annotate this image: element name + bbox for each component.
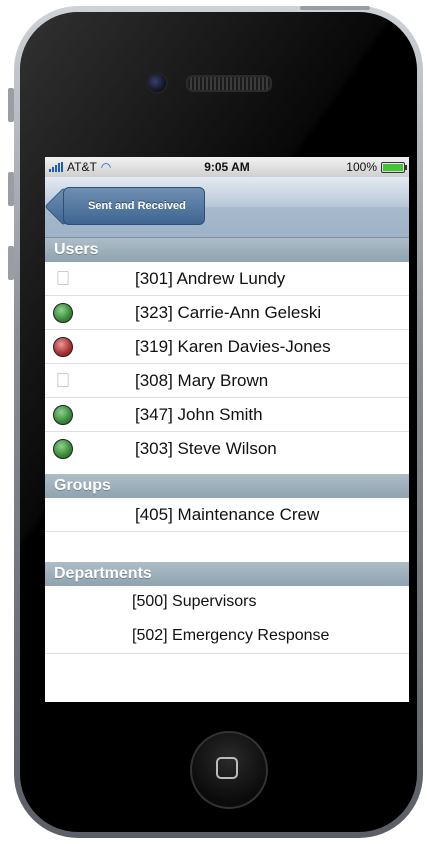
front-camera-icon [146, 72, 168, 94]
home-button[interactable] [190, 731, 268, 809]
departments-list: [500] Supervisors [502] Emergency Respon… [45, 586, 409, 654]
list-item[interactable]:  [308] Mary Brown [45, 364, 409, 398]
back-button[interactable]: Sent and Received [63, 187, 205, 225]
mute-switch [8, 88, 14, 122]
list-item[interactable]: [319] Karen Davies-Jones [45, 330, 409, 364]
apple-icon:  [53, 269, 73, 289]
users-list:  [301] Andrew Lundy [323] Carrie-Ann Ge… [45, 262, 409, 474]
volume-down-button [8, 246, 14, 280]
section-header-groups: Groups [45, 474, 409, 498]
status-online-icon [53, 405, 73, 425]
list-item[interactable]:  [301] Andrew Lundy [45, 262, 409, 296]
list-item[interactable]: [502] Emergency Response [45, 620, 409, 654]
list-item[interactable]: [405] Maintenance Crew [45, 498, 409, 532]
status-busy-icon [53, 337, 73, 357]
apple-icon:  [53, 371, 73, 391]
earpiece-speaker [186, 75, 272, 92]
navigation-bar: Sent and Received [45, 177, 409, 238]
status-online-icon [53, 439, 73, 459]
status-online-icon [53, 303, 73, 323]
status-bar: AT&T ◠ 9:05 AM 100% [45, 157, 409, 177]
list-item[interactable]: [500] Supervisors [45, 586, 409, 620]
groups-list: [405] Maintenance Crew [45, 498, 409, 562]
phone-screen: AT&T ◠ 9:05 AM 100% Sent and Received Us… [45, 157, 409, 702]
battery-fill [383, 163, 403, 171]
home-square-icon [216, 757, 238, 779]
section-header-users: Users [45, 238, 409, 262]
list-item[interactable]: [303] Steve Wilson [45, 432, 409, 474]
list-item[interactable]: [323] Carrie-Ann Geleski [45, 296, 409, 330]
back-button-label: Sent and Received [88, 200, 186, 212]
list-item[interactable]: [347] John Smith [45, 398, 409, 432]
battery-percent: 100% [346, 160, 377, 174]
empty-row [45, 532, 409, 562]
section-header-departments: Departments [45, 562, 409, 586]
battery-icon [381, 161, 407, 173]
power-button [300, 6, 370, 10]
volume-up-button [8, 172, 14, 206]
